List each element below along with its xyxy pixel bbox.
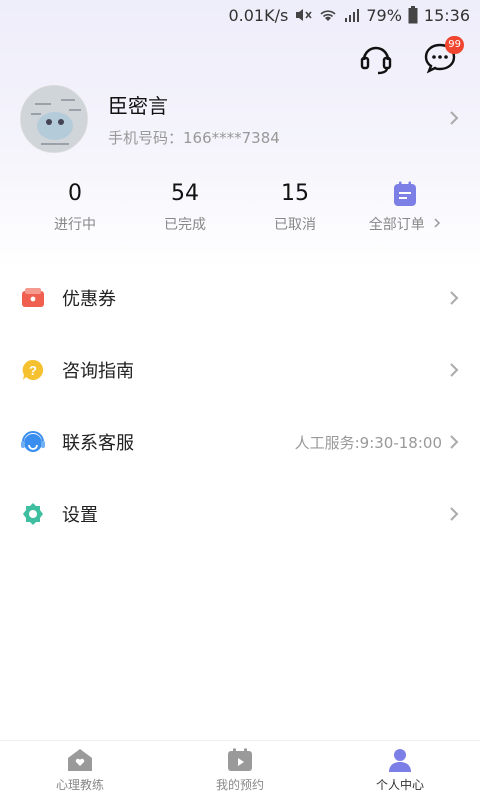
stat-in-progress[interactable]: 0 进行中 (20, 180, 130, 234)
network-speed: 0.01K/s (228, 5, 289, 25)
all-orders-label-row: 全部订单 (350, 214, 460, 234)
battery-icon (408, 6, 418, 24)
mute-icon (294, 7, 312, 23)
order-list-icon (350, 180, 460, 208)
svg-text:?: ? (29, 363, 37, 378)
chevron-right-icon (450, 435, 459, 449)
service-hours: 人工服务:9:30-18:00 (294, 433, 442, 452)
calendar-play-icon (228, 748, 252, 771)
chevron-right-icon (450, 363, 459, 377)
chevron-right-icon (450, 291, 459, 305)
tab-personal-center[interactable]: 个人中心 (320, 741, 480, 800)
stat-cancelled[interactable]: 15 已取消 (240, 180, 350, 234)
menu-label: 优惠券 (62, 289, 116, 310)
person-icon (389, 749, 411, 772)
tab-psych-coach[interactable]: 心理教练 (0, 741, 160, 800)
home-heart-icon (68, 749, 92, 771)
menu-item-coupons[interactable]: 优惠券 (0, 262, 480, 334)
all-orders-label: 全部订单 (368, 217, 425, 233)
chevron-right-icon (434, 218, 441, 228)
tab-my-appointments[interactable]: 我的预约 (160, 741, 320, 800)
support-headset-icon (20, 429, 46, 455)
menu-item-settings[interactable]: 设置 (0, 478, 480, 550)
menu-item-contact-support[interactable]: 联系客服 人工服务:9:30-18:00 (0, 406, 480, 478)
menu-label: 设置 (62, 505, 98, 526)
user-phone: 手机号码：166****7384 (108, 129, 280, 147)
signal-icon (344, 8, 360, 22)
wifi-icon (318, 7, 338, 23)
question-bubble-icon: ? (20, 357, 46, 383)
coupon-icon (20, 285, 46, 311)
chevron-right-icon (450, 507, 459, 521)
status-bar: 0.01K/s 79% 15:36 (0, 0, 480, 30)
menu-item-consult-guide[interactable]: ? 咨询指南 (0, 334, 480, 406)
top-actions: 99 (330, 36, 464, 76)
battery-percent: 79% (366, 5, 402, 25)
clock: 15:36 (423, 5, 470, 25)
messages-button[interactable]: 99 (422, 36, 464, 76)
profile-row[interactable]: 臣密言 手机号码：166****7384 (20, 85, 460, 153)
user-name: 臣密言 (108, 94, 168, 118)
stat-value: 0 (68, 181, 82, 206)
message-count-badge: 99 (445, 36, 464, 54)
stat-value: 15 (281, 181, 309, 206)
menu-list: 优惠券 ? 咨询指南 联系客服 人工服务:9:30-18:00 设置 (0, 262, 480, 550)
bottom-tab-bar: 心理教练 我的预约 个人中心 (0, 740, 480, 800)
order-stats: 0 进行中 54 已完成 15 已取消 全部订单 (20, 180, 460, 234)
tab-label: 心理教练 (55, 778, 104, 792)
stat-value: 54 (171, 181, 199, 206)
stat-label: 进行中 (54, 217, 96, 233)
all-orders-button[interactable]: 全部订单 (350, 180, 460, 234)
profile-info: 臣密言 手机号码：166****7384 (108, 90, 448, 148)
headset-icon (360, 46, 392, 75)
tab-label: 我的预约 (215, 778, 264, 792)
gear-icon (20, 501, 46, 527)
avatar[interactable] (20, 85, 88, 153)
chevron-right-icon (448, 107, 460, 131)
menu-label: 咨询指南 (62, 361, 134, 382)
menu-label: 联系客服 (62, 433, 134, 454)
stat-label: 已取消 (274, 217, 316, 233)
customer-service-button[interactable] (358, 40, 394, 76)
stat-label: 已完成 (164, 217, 206, 233)
tab-label: 个人中心 (375, 778, 424, 792)
stat-completed[interactable]: 54 已完成 (130, 180, 240, 234)
